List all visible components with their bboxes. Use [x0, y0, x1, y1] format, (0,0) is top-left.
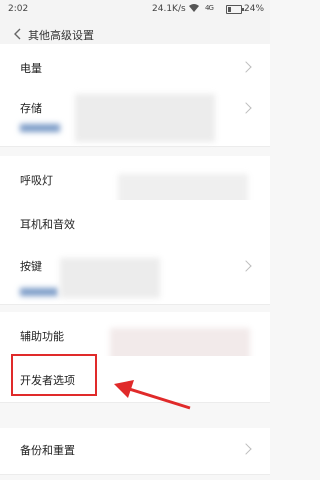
chevron-right-icon: [240, 260, 252, 272]
settings-item-label: 按键: [20, 260, 42, 273]
chevron-right-icon: [240, 61, 252, 73]
network-speed: 24.1K/s: [152, 4, 186, 14]
battery-fill: [228, 7, 231, 12]
highlight-box: [11, 354, 97, 396]
watermark-blur: [20, 124, 60, 132]
settings-item-headphones-audio[interactable]: 耳机和音效: [0, 200, 270, 247]
settings-item-breathing-light[interactable]: 呼吸灯: [0, 156, 270, 210]
watermark-blur: [20, 288, 58, 296]
wifi-icon: [189, 4, 199, 12]
settings-item-storage[interactable]: 存储: [0, 86, 270, 147]
signal-icon: 4G: [205, 4, 214, 12]
settings-item-buttons[interactable]: 按键: [0, 244, 270, 305]
back-chevron-icon[interactable]: [10, 26, 26, 42]
pointer-arrow-icon: [114, 380, 191, 410]
settings-item-label: 耳机和音效: [20, 218, 75, 231]
settings-item-label: 呼吸灯: [20, 174, 53, 187]
battery-percent: 24%: [244, 4, 265, 14]
settings-item-label: 备份和重置: [20, 444, 75, 457]
settings-item-accessibility[interactable]: 辅助功能: [0, 312, 270, 372]
settings-item-backup-reset[interactable]: 备份和重置: [0, 428, 270, 475]
settings-item-label: 存储: [20, 102, 42, 115]
status-time: 2:02: [8, 4, 29, 14]
status-bar: 2:02 24.1K/s 4G 24%: [0, 0, 270, 18]
settings-item-label: 辅助功能: [20, 330, 64, 343]
settings-item-battery[interactable]: 电量: [0, 44, 270, 91]
page-title: 其他高级设置: [28, 29, 94, 42]
chevron-right-icon: [240, 443, 252, 455]
watermark-blur: [75, 94, 215, 142]
battery-icon: [226, 5, 244, 14]
watermark-blur: [60, 258, 160, 298]
settings-item-label: 电量: [20, 62, 42, 75]
chevron-right-icon: [240, 102, 252, 114]
